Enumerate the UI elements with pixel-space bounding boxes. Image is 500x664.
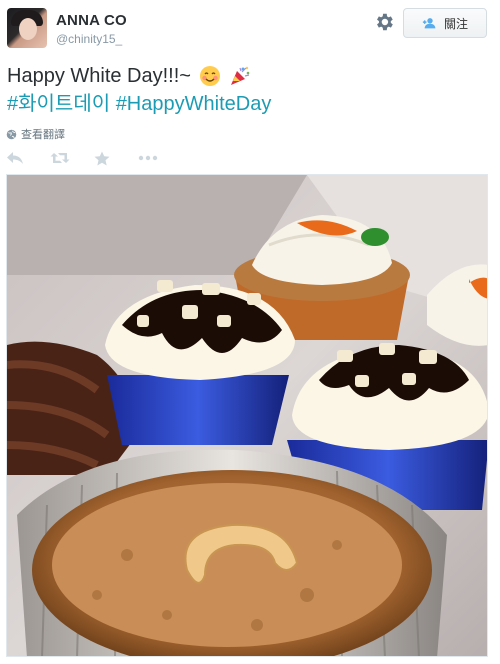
avatar[interactable] [7,8,47,48]
more-icon [138,155,158,161]
display-name[interactable]: ANNA CO [56,12,127,29]
reply-button[interactable] [6,148,50,168]
retweet-icon [50,153,70,163]
favorite-button[interactable] [94,148,138,168]
person-add-icon [422,18,436,29]
retweet-button[interactable] [50,148,94,168]
party-popper-icon [230,66,250,85]
more-button[interactable] [138,148,182,168]
cupcakes-photo [7,175,487,656]
globe-icon [6,129,17,139]
tweet-actions [6,148,182,168]
favorite-icon [94,151,110,165]
tweet-text-line: Happy White Day!!!~ [7,65,191,87]
tweet-header: ANNA CO @chinity15_ 關注 [0,0,500,58]
smiling-face-icon [199,66,220,86]
hashtag-english[interactable]: #HappyWhiteDay [116,93,272,115]
translate-label: 查看翻譯 [21,129,65,141]
gear-icon[interactable] [373,11,395,33]
follow-button[interactable]: 關注 [403,8,487,38]
translate-link[interactable]: 查看翻譯 [6,126,65,142]
user-handle[interactable]: @chinity15_ [56,32,122,46]
tweet-text: Happy White Day!!!~ #화이트데이 #HappyWhiteDa… [7,62,487,118]
follow-label: 關注 [443,16,468,31]
reply-icon [7,152,23,164]
tweet-photo[interactable] [6,174,488,657]
hashtag-korean[interactable]: #화이트데이 [7,93,110,115]
